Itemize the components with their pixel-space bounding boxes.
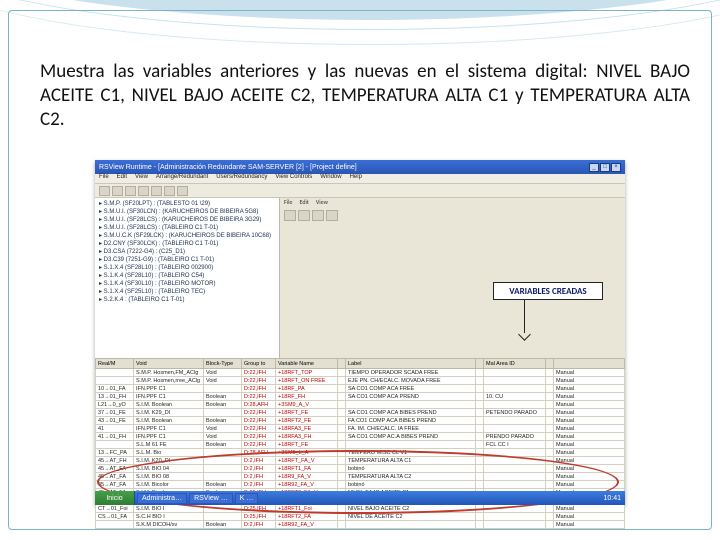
taskbar[interactable]: Inicio Administra…RSView …K … 10:41 [95,491,625,505]
window-titlebar: RSView Runtime - [Administración Redunda… [95,160,625,174]
toolbar-button[interactable] [151,186,162,196]
editor-toolbar-button[interactable] [284,210,296,221]
menu-item[interactable]: Arrange/Redundant [156,174,208,183]
table-row[interactable]: 45→AT_FHS.I.M. K20_DID:2,IFH+18RFT_FA_VT… [96,457,625,465]
table-row[interactable]: 41IFN.PPF C1VoidD:22,IFH+18RFA3_FEFA. IM… [96,425,625,433]
table-row[interactable]: 45→AT_FAS.I.M. BicolorBooleanD:2,IFH+18R… [96,481,625,489]
list-item[interactable]: ▸ S.M.U.I. (SF28LCS) : (KARUCHEIROS DE B… [99,216,275,224]
minimize-button[interactable]: _ [589,163,599,172]
table-row[interactable]: 10→01_FAIFN.PPF C1D:22,IFH+18RF_PASA CO1… [96,385,625,393]
toolbar-button[interactable] [125,186,136,196]
table-row[interactable]: 37→01_FES.I.M. K29_DID:22,IFH+18RFT_FESA… [96,409,625,417]
column-header[interactable]: Void [134,359,204,369]
editor-toolbar-button[interactable] [298,210,310,221]
table-row[interactable]: S.K.M DICOH/svBooleanD:2,IFH+18R92_FA_VM… [96,521,625,529]
column-header[interactable]: Real/M [96,359,134,369]
toolbar-button[interactable] [164,186,175,196]
list-item[interactable]: ▸ S.1.X.4 (SF28L10) : (TABLEIRO 002900) [99,264,275,272]
close-button[interactable]: × [611,163,621,172]
taskbar-task[interactable]: K … [235,493,259,504]
list-item[interactable]: ▸ S.1.X.4 (SF25L10) : (TABLEIRO TEC) [99,288,275,296]
list-item[interactable]: ▸ D2.CNY (SF30LCK) : (TABLEIRO C1 T-01) [99,240,275,248]
table-row[interactable]: 45→AT_FAS.I.M. BIO 08D:2,IFH+18R9_FA_VTE… [96,473,625,481]
table-row[interactable]: S.M.P. Hosmen,rree_AClgVoidD:22,IFH+18RF… [96,377,625,385]
maximize-button[interactable]: □ [600,163,610,172]
menu-item[interactable]: Window [320,174,341,183]
table-row[interactable]: L21→0_yOS.I.M. BooleanBooleanD:28,AFH+3S… [96,401,625,409]
toolbar[interactable] [95,184,625,198]
column-header[interactable]: Mal Area ID [484,359,546,369]
list-item[interactable]: ▸ S.M.P. (SF20LPT) : (TABLESTO 01 \29) [99,200,275,208]
column-header[interactable]: Label [346,359,476,369]
menu-item[interactable]: View [135,174,148,183]
left-device-list[interactable]: ▸ S.M.P. (SF20LPT) : (TABLESTO 01 \29)▸ … [95,198,280,358]
editor-menu: FileEditView [280,198,625,209]
list-item[interactable]: ▸ S.1.K.4 (SF30L10) : (TABLEIRO MOTOR) [99,280,275,288]
editor-toolbar-button[interactable] [326,210,338,221]
column-header[interactable] [476,359,484,369]
list-item[interactable]: ▸ S.2.K.4 : (TABLEIRO C1 T-01) [99,296,275,304]
toolbar-button[interactable] [138,186,149,196]
editor-toolbar-button[interactable] [312,210,324,221]
column-header[interactable]: Group to [242,359,276,369]
list-item[interactable]: ▸ D3.CSA (7222-G4) : (C25_D1) [99,248,275,256]
menu-item[interactable]: View Controls [275,174,312,183]
taskbar-task[interactable]: RSView … [189,493,233,504]
system-tray: 10:41 [599,495,625,502]
toolbar-button[interactable] [177,186,188,196]
column-header[interactable] [554,359,625,369]
table-row[interactable]: S.M.P. Hosmen,FM_AClgVoidD:22,IFH+18RFT_… [96,369,625,377]
menu-bar[interactable]: File Edit View Arrange/Redundant Users/Redun… [95,174,625,184]
table-row[interactable]: 13→FC_PAS.L.M. BioD:28,AFH+3SM9_L_ATEMPE… [96,449,625,457]
table-row[interactable]: CS→01_FAS.C.H BIO ID:25,IFH+18RFT2_FANIV… [96,513,625,521]
table-row[interactable]: 41→01_FHIFN.PPF C1VoidD:22,IFH+18RFA3_FH… [96,433,625,441]
list-item[interactable]: ▸ D3.C39 (7251-G9) : (TABLEIRO C1 T-01) [99,256,275,264]
table-row[interactable]: S.L.M 61 FEBooleanD:22,IFH+18RFT_FEFCL C… [96,441,625,449]
list-item[interactable]: ▸ S.1.K.4 (SF28L10) : (TABLEIRO C54) [99,272,275,280]
menu-item[interactable]: Help [350,174,362,183]
screenshot: RSView Runtime - [Administración Redunda… [95,160,625,505]
column-header[interactable]: Block-Type [204,359,242,369]
table-row[interactable]: CT→01_FoiS.I.M. BIO ID:25,IFH+18RFT1_Foi… [96,505,625,513]
callout-variables-creadas: VARIABLES CREADAS [493,282,603,300]
window-title: RSView Runtime - [Administración Redunda… [99,164,357,171]
menu-item[interactable]: Users/Redundancy [216,174,267,183]
taskbar-task[interactable]: Administra… [137,493,187,504]
list-item[interactable]: ▸ S.M.U.C.K (SF29LCK) : (KARUCHEIROS DE … [99,232,275,240]
editor-pane: FileEditView VARIABLES CREADAS [280,198,625,358]
column-header[interactable]: Variable Name [276,359,338,369]
table-row[interactable]: 13→01_FHIFN.PPF C1BooleanD:22,IFH+18RF_F… [96,393,625,401]
menu-item[interactable]: Edit [117,174,127,183]
toolbar-button[interactable] [112,186,123,196]
table-row[interactable]: 45→AT_FAS.I.M. BIO 04D:2,IFH+18RFT1_FAbo… [96,465,625,473]
table-row[interactable]: 43→01_FES.I.M. BooleanBooleanD:22,IFH+18… [96,417,625,425]
column-header[interactable] [338,359,346,369]
column-header[interactable] [546,359,554,369]
toolbar-button[interactable] [99,186,110,196]
intro-text: Muestra las variables anteriores y las n… [40,60,690,131]
start-button[interactable]: Inicio [95,491,135,505]
list-item[interactable]: ▸ S.M.U.I. (SF28LCS) : (TABLEIRO C1 T-01… [99,224,275,232]
clock: 10:41 [603,495,621,502]
list-item[interactable]: ▸ S.M.U.I. (SF30LCN) : (KARUCHEIROS DE B… [99,208,275,216]
menu-item[interactable]: File [99,174,109,183]
